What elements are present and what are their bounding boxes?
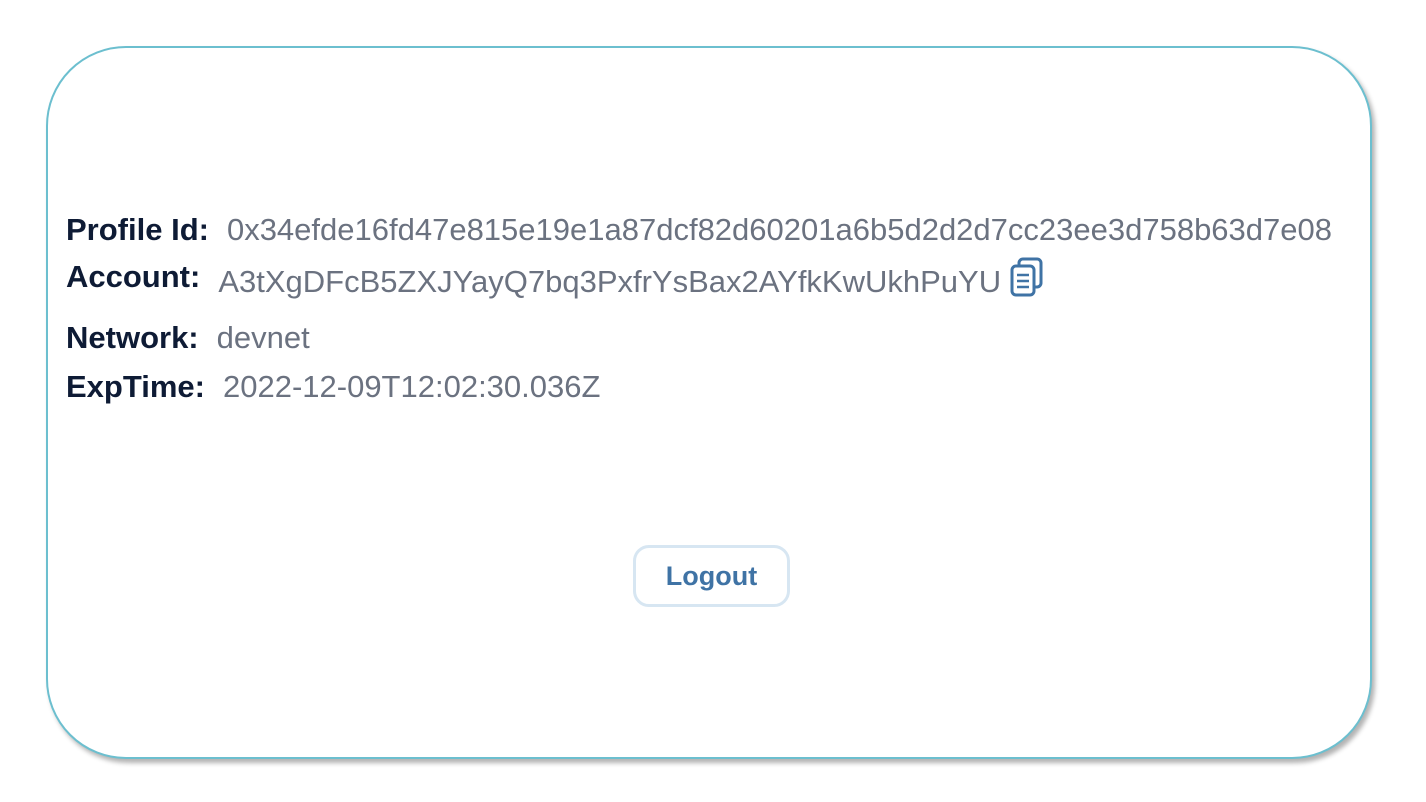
profile-id-row: Profile Id: 0x34efde16fd47e815e19e1a87dc… — [66, 208, 1332, 252]
network-value: devnet — [216, 320, 310, 355]
exptime-value: 2022-12-09T12:02:30.036Z — [222, 369, 601, 404]
profile-info: Profile Id: 0x34efde16fd47e815e19e1a87dc… — [66, 208, 1332, 410]
exptime-row: ExpTime: 2022-12-09T12:02:30.036Z — [66, 364, 1332, 410]
profile-id-value: 0x34efde16fd47e815e19e1a87dcf82d60201a6b… — [226, 212, 1332, 247]
network-row: Network: devnet — [66, 312, 1332, 364]
network-label: Network: — [66, 320, 199, 355]
account-value: A3tXgDFcB5ZXJYayQ7bq3PxfrYsBax2AYfkKwUkh… — [218, 264, 1002, 299]
exptime-label: ExpTime: — [66, 369, 205, 404]
logout-button[interactable]: Logout — [633, 545, 790, 607]
account-row: Account: A3tXgDFcB5ZXJYayQ7bq3PxfrYsBax2… — [66, 252, 1332, 312]
profile-id-label: Profile Id: — [66, 212, 209, 247]
copy-icon[interactable] — [1009, 257, 1045, 299]
profile-card: Profile Id: 0x34efde16fd47e815e19e1a87dc… — [46, 46, 1372, 759]
account-label: Account: — [66, 259, 201, 294]
